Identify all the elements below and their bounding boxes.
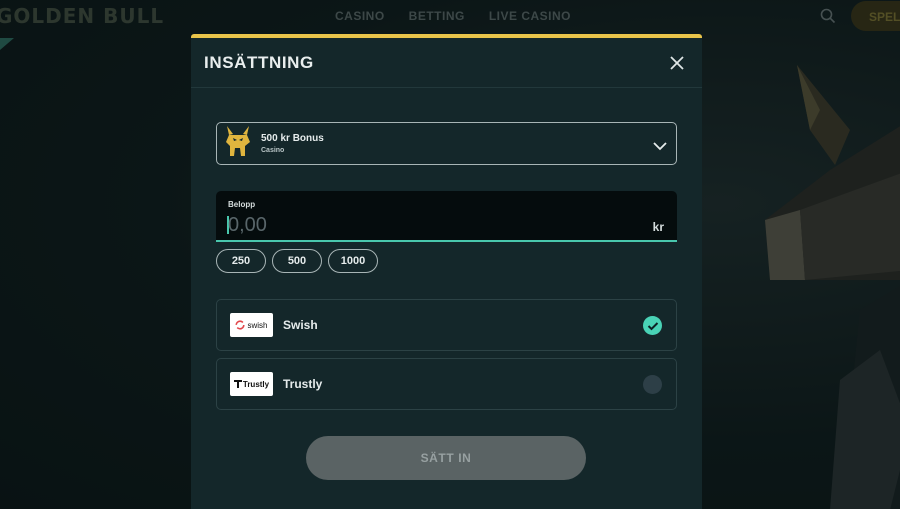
amount-label: Belopp [228, 200, 256, 209]
selected-check-icon[interactable] [643, 316, 662, 335]
amount-input[interactable] [228, 212, 628, 238]
chevron-down-icon [653, 138, 667, 156]
modal-header: INSÄTTNING [191, 38, 702, 88]
bonus-subtitle: Casino [261, 147, 285, 154]
bull-logo-icon [223, 124, 253, 163]
trustly-icon [233, 380, 242, 388]
bonus-title: 500 kr Bonus [261, 133, 324, 144]
unselected-radio-icon[interactable] [643, 375, 662, 394]
deposit-submit-button[interactable]: SÄTT IN [306, 436, 586, 480]
quick-amount-500-button[interactable]: 500 [272, 249, 322, 273]
trustly-label: Trustly [283, 377, 323, 391]
deposit-modal: INSÄTTNING 500 kr Bonus Casino Belopp kr [191, 34, 702, 509]
quick-amount-buttons: 250 500 1000 [216, 249, 378, 273]
trustly-logo-text: Trustly [242, 379, 270, 389]
amount-field[interactable]: Belopp kr [216, 191, 677, 242]
quick-amount-1000-button[interactable]: 1000 [328, 249, 378, 273]
modal-title: INSÄTTNING [204, 52, 314, 72]
trustly-logo: Trustly [230, 372, 273, 396]
currency-label: kr [652, 220, 664, 234]
swish-logo: swish [230, 313, 273, 337]
swish-label: Swish [283, 318, 318, 332]
payment-method-trustly[interactable]: Trustly Trustly [216, 358, 677, 410]
swish-icon [235, 320, 246, 330]
payment-method-swish[interactable]: swish Swish [216, 299, 677, 351]
swish-logo-text: swish [247, 320, 268, 330]
bonus-info: 500 kr Bonus Casino [261, 133, 324, 154]
close-icon[interactable] [668, 54, 686, 72]
bonus-dropdown[interactable]: 500 kr Bonus Casino [216, 122, 677, 165]
quick-amount-250-button[interactable]: 250 [216, 249, 266, 273]
